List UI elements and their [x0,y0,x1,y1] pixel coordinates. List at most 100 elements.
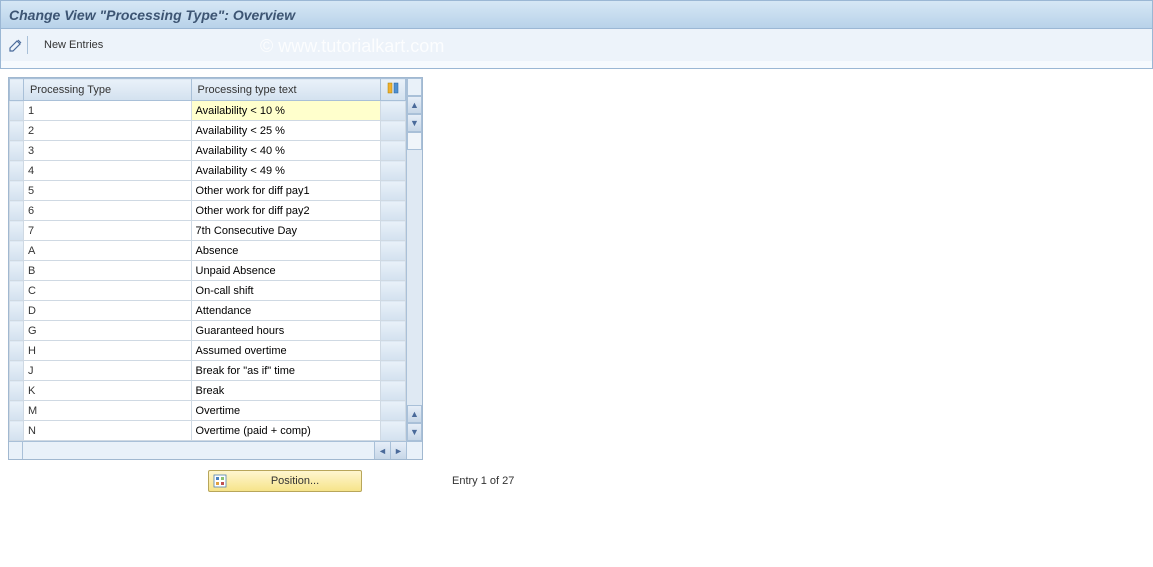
vertical-scrollbar[interactable]: ▲ ▼ ▲ ▼ [406,78,422,441]
table-row[interactable]: COn-call shift [10,281,406,301]
page-title: Change View "Processing Type": Overview [9,7,295,23]
scroll-left-icon[interactable]: ◄ [374,442,390,459]
toolbar-strip [0,61,1153,69]
position-button[interactable]: Position... [208,470,362,492]
cell-text[interactable]: Break for "as if" time [191,361,380,381]
row-selector[interactable] [10,101,24,121]
scroll-header-spacer [407,78,422,96]
column-header-text[interactable]: Processing type text [191,79,380,101]
cell-text[interactable]: 7th Consecutive Day [191,221,380,241]
row-selector[interactable] [10,281,24,301]
cell-code[interactable]: H [23,341,191,361]
cell-text[interactable]: Break [191,381,380,401]
table-row[interactable]: 4Availability < 49 % [10,161,406,181]
table-row[interactable]: 3Availability < 40 % [10,141,406,161]
cell-text[interactable]: Overtime (paid + comp) [191,421,380,441]
row-selector[interactable] [10,121,24,141]
row-selector[interactable] [10,341,24,361]
grid-body: 1Availability < 10 % 2Availability < 25 … [10,101,406,441]
scroll-track[interactable] [407,150,422,405]
grid-table: Processing Type Processing type text 1Av… [9,78,406,441]
scroll-down-step-icon[interactable]: ▼ [407,114,422,132]
footer: Position... Entry 1 of 27 [208,470,1153,492]
toggle-edit-icon[interactable] [7,36,25,54]
table-row[interactable]: 6Other work for diff pay2 [10,201,406,221]
title-bar: Change View "Processing Type": Overview [0,0,1153,29]
column-header-code[interactable]: Processing Type [23,79,191,101]
table-row[interactable]: AAbsence [10,241,406,261]
table-row[interactable]: MOvertime [10,401,406,421]
cell-text[interactable]: Attendance [191,301,380,321]
cell-code[interactable]: 6 [23,201,191,221]
row-selector[interactable] [10,421,24,441]
configure-columns[interactable] [380,79,405,101]
cell-text[interactable]: Availability < 25 % [191,121,380,141]
row-selector[interactable] [10,141,24,161]
new-entries-button[interactable]: New Entries [37,36,110,54]
row-selector[interactable] [10,401,24,421]
cell-code[interactable]: 4 [23,161,191,181]
cell-text[interactable]: Guaranteed hours [191,321,380,341]
select-all-header[interactable] [10,79,24,101]
position-icon [213,474,227,488]
table-row[interactable]: KBreak [10,381,406,401]
cell-code[interactable]: D [23,301,191,321]
cell-code[interactable]: 1 [23,101,191,121]
row-selector[interactable] [10,381,24,401]
toolbar-divider [27,36,31,54]
cell-text[interactable]: Absence [191,241,380,261]
scroll-down-icon[interactable]: ▼ [407,423,422,441]
cell-code[interactable]: J [23,361,191,381]
processing-type-table: Processing Type Processing type text 1Av… [8,77,423,460]
horizontal-scrollbar[interactable]: ◄ ► [9,441,422,459]
table-row[interactable]: NOvertime (paid + comp) [10,421,406,441]
cell-text[interactable]: Other work for diff pay2 [191,201,380,221]
scroll-up-icon[interactable]: ▲ [407,96,422,114]
toolbar: New Entries [0,29,1153,61]
cell-text[interactable]: Availability < 49 % [191,161,380,181]
h-scroll-track[interactable] [23,442,374,459]
cell-text[interactable]: Overtime [191,401,380,421]
scroll-up-step-icon[interactable]: ▲ [407,405,422,423]
cell-code[interactable]: 5 [23,181,191,201]
cell-code[interactable]: B [23,261,191,281]
scroll-thumb[interactable] [407,132,422,150]
cell-code[interactable]: K [23,381,191,401]
row-selector[interactable] [10,221,24,241]
cell-text[interactable]: Other work for diff pay1 [191,181,380,201]
table-row[interactable]: 77th Consecutive Day [10,221,406,241]
position-button-label: Position... [233,475,357,487]
row-selector[interactable] [10,321,24,341]
cell-code[interactable]: A [23,241,191,261]
table-row[interactable]: 2Availability < 25 % [10,121,406,141]
row-selector[interactable] [10,301,24,321]
table-row[interactable]: 1Availability < 10 % [10,101,406,121]
cell-text[interactable]: Unpaid Absence [191,261,380,281]
cell-text[interactable]: Availability < 40 % [191,141,380,161]
row-selector[interactable] [10,161,24,181]
table-row[interactable]: DAttendance [10,301,406,321]
table-row[interactable]: GGuaranteed hours [10,321,406,341]
row-selector[interactable] [10,361,24,381]
table-row[interactable]: JBreak for "as if" time [10,361,406,381]
row-selector[interactable] [10,201,24,221]
table-row[interactable]: HAssumed overtime [10,341,406,361]
cell-text[interactable]: Assumed overtime [191,341,380,361]
cell-text[interactable]: Availability < 10 % [191,101,380,121]
row-selector[interactable] [10,261,24,281]
cell-code[interactable]: N [23,421,191,441]
scroll-right-icon[interactable]: ► [390,442,406,459]
grid-header: Processing Type Processing type text [10,79,406,101]
cell-text[interactable]: On-call shift [191,281,380,301]
row-selector[interactable] [10,241,24,261]
cell-code[interactable]: M [23,401,191,421]
table-row[interactable]: 5Other work for diff pay1 [10,181,406,201]
cell-code[interactable]: 3 [23,141,191,161]
cell-code[interactable]: C [23,281,191,301]
cell-code[interactable]: 2 [23,121,191,141]
cell-code[interactable]: G [23,321,191,341]
row-selector[interactable] [10,181,24,201]
table-row[interactable]: BUnpaid Absence [10,261,406,281]
entry-counter: Entry 1 of 27 [452,475,514,487]
cell-code[interactable]: 7 [23,221,191,241]
